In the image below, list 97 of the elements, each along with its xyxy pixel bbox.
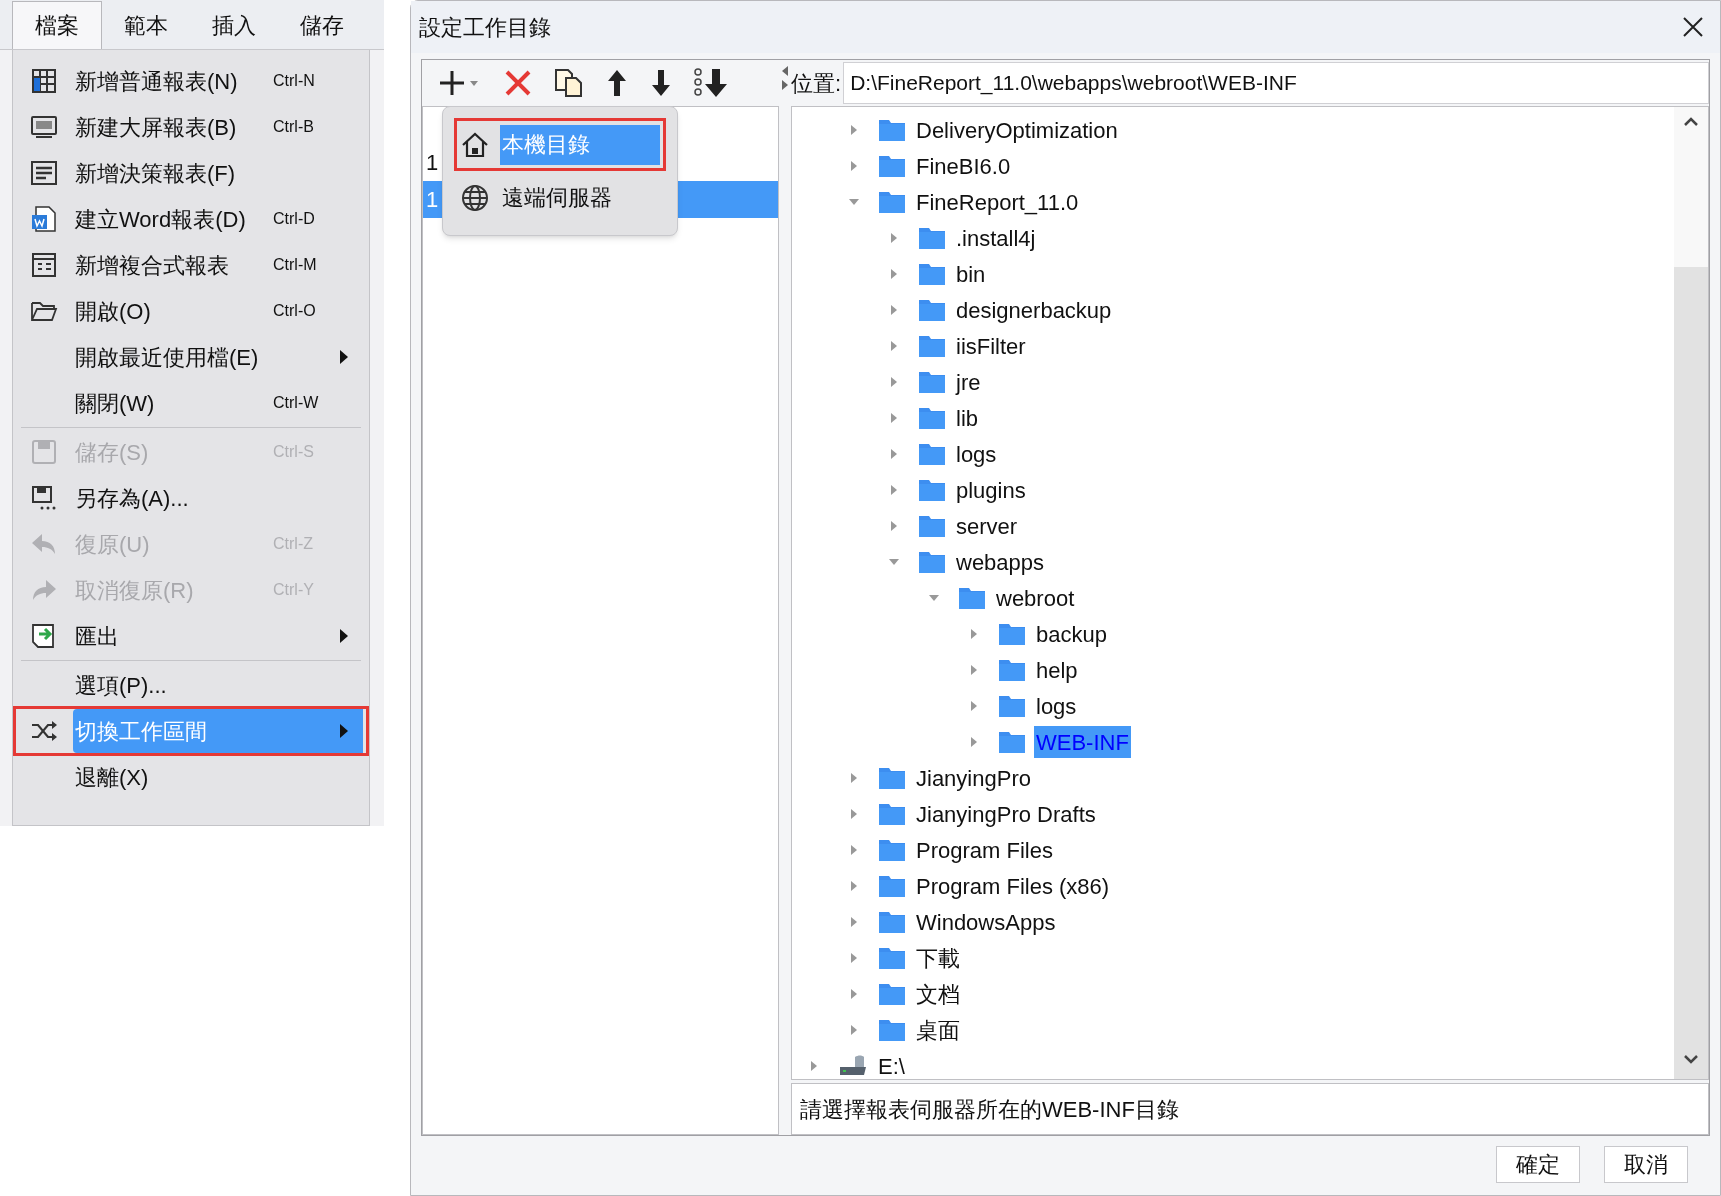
close-icon[interactable] xyxy=(1682,16,1704,38)
menu-item[interactable]: 新增決策報表(F) xyxy=(15,150,367,196)
tree-item[interactable]: backup xyxy=(1034,618,1109,650)
globe-icon xyxy=(460,182,490,213)
tree-item[interactable]: Program Files (x86) xyxy=(914,870,1112,902)
tree-item[interactable]: 下載 xyxy=(914,942,962,974)
splitter-arrows-icon[interactable] xyxy=(781,64,789,92)
folder-icon xyxy=(878,118,906,142)
scroll-down-icon[interactable] xyxy=(1683,1054,1699,1064)
menu-item[interactable]: 新增普通報表(N) Ctrl-N xyxy=(15,58,367,104)
folder-icon xyxy=(918,334,946,358)
menu-tab[interactable]: 儲存 xyxy=(278,1,366,49)
menu-item[interactable]: 另存為(A)... xyxy=(15,475,367,521)
folder-icon xyxy=(998,730,1026,754)
folder-icon xyxy=(878,946,906,970)
submenu-arrow-icon xyxy=(339,349,349,365)
tree-item[interactable]: 桌面 xyxy=(914,1014,962,1046)
menu-item[interactable]: 新增複合式報表 Ctrl-M xyxy=(15,242,367,288)
tree-item[interactable]: webapps xyxy=(954,546,1047,578)
menu-item[interactable]: 匯出 xyxy=(15,613,367,659)
folder-icon xyxy=(918,298,946,322)
tree-item[interactable]: webroot xyxy=(994,582,1077,614)
folder-icon xyxy=(918,226,946,250)
tree-item[interactable]: logs xyxy=(1034,690,1079,722)
dialog-button[interactable]: 確定 xyxy=(1496,1146,1580,1183)
submenu-arrow-icon xyxy=(339,723,349,739)
folder-icon xyxy=(918,262,946,286)
copy-icon[interactable] xyxy=(554,68,584,98)
folder-icon xyxy=(878,910,906,934)
menu-item[interactable]: 選項(P)... xyxy=(15,662,367,708)
tree-item[interactable]: server xyxy=(954,510,1020,542)
tree-item[interactable]: FineReport_11.0 xyxy=(914,186,1081,218)
folder-icon xyxy=(998,622,1026,646)
tree-item[interactable]: DeliveryOptimization xyxy=(914,114,1120,146)
folder-icon xyxy=(918,514,946,538)
tree-item[interactable]: WindowsApps xyxy=(914,906,1058,938)
hint-text: 請選擇報表伺服器所在的WEB-INF目錄 xyxy=(800,1095,1179,1124)
floppy-icon xyxy=(30,484,58,512)
menu-item[interactable]: 建立Word報表(D) Ctrl-D xyxy=(15,196,367,242)
tree-item[interactable]: .install4j xyxy=(954,222,1038,254)
tree-item[interactable]: iisFilter xyxy=(954,330,1028,362)
menu-tab[interactable]: 檔案 xyxy=(12,1,102,49)
move-down-icon[interactable] xyxy=(650,68,672,98)
tree-item[interactable]: E:\ xyxy=(876,1050,907,1079)
scrollbar[interactable] xyxy=(1674,107,1708,1079)
folder-icon xyxy=(878,874,906,898)
tree-item[interactable]: plugins xyxy=(954,474,1028,506)
folder-icon xyxy=(878,190,906,214)
menu-tab[interactable]: 插入 xyxy=(190,1,278,49)
tree-item[interactable]: help xyxy=(1034,654,1080,686)
tree-item[interactable]: Program Files xyxy=(914,834,1055,866)
menu-item[interactable]: 關閉(W) Ctrl-W xyxy=(15,380,367,426)
tree-item[interactable]: lib xyxy=(954,402,980,434)
tree-item[interactable]: JianyingPro xyxy=(914,762,1033,794)
tree-item[interactable]: jre xyxy=(954,366,983,398)
delete-icon[interactable] xyxy=(504,69,532,97)
folder-icon xyxy=(998,658,1026,682)
location-label: 位置: xyxy=(791,69,843,98)
drive-icon xyxy=(838,1054,868,1078)
folder-icon xyxy=(878,154,906,178)
location-field[interactable]: D:\FineReport_11.0\webapps\webroot\WEB-INF xyxy=(843,62,1709,104)
scroll-up-icon[interactable] xyxy=(1683,117,1699,127)
menu-item[interactable]: 新建大屏報表(B) Ctrl-B xyxy=(15,104,367,150)
folder-icon xyxy=(958,586,986,610)
tree-item[interactable]: 文档 xyxy=(914,978,962,1010)
folder-icon xyxy=(918,370,946,394)
menu-item[interactable]: 退離(X) xyxy=(15,754,367,800)
folder-icon xyxy=(918,478,946,502)
menu-tab[interactable]: 範本 xyxy=(102,1,190,49)
move-up-icon[interactable] xyxy=(606,68,628,98)
move-bottom-icon[interactable] xyxy=(694,67,730,99)
grid-icon xyxy=(30,67,58,95)
submenu-arrow-icon xyxy=(339,628,349,644)
popup-menu-item[interactable]: 遠端伺服器 xyxy=(457,174,663,221)
folder-icon xyxy=(918,406,946,430)
document-icon xyxy=(30,205,58,233)
tree-item[interactable]: FineBI6.0 xyxy=(914,150,1013,182)
form-icon xyxy=(30,251,58,279)
tree-item[interactable]: designerbackup xyxy=(954,294,1114,326)
menu-item[interactable]: 開啟(O) Ctrl-O xyxy=(15,288,367,334)
folder-icon xyxy=(998,694,1026,718)
dashboard-icon xyxy=(30,159,58,187)
menu-item[interactable]: 開啟最近使用檔(E) xyxy=(15,334,367,380)
floppy-icon xyxy=(30,438,58,466)
tree-item[interactable]: JianyingPro Drafts xyxy=(914,798,1098,830)
tree-item[interactable]: logs xyxy=(954,438,999,470)
dialog-title: 設定工作目錄 xyxy=(419,13,552,42)
folder-icon xyxy=(878,1018,906,1042)
folder-icon xyxy=(918,550,946,574)
folder-icon xyxy=(878,766,906,790)
folder-icon xyxy=(878,802,906,826)
monitor-icon xyxy=(30,113,58,141)
folder-icon xyxy=(878,982,906,1006)
tree-item[interactable]: bin xyxy=(954,258,988,290)
folder-icon xyxy=(878,838,906,862)
folder-icon xyxy=(918,442,946,466)
dialog-button[interactable]: 取消 xyxy=(1604,1146,1688,1183)
